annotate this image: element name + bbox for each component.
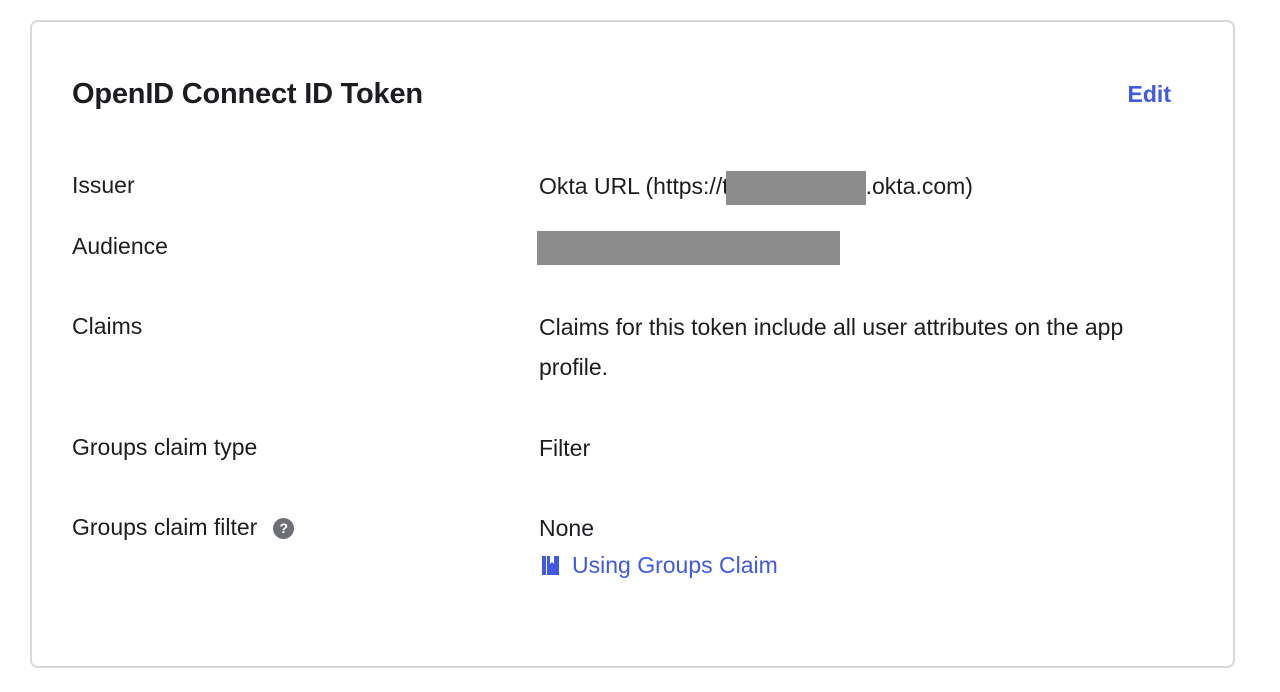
edit-button[interactable]: Edit	[1128, 81, 1171, 108]
card-title: OpenID Connect ID Token	[72, 78, 423, 110]
issuer-value-suffix: .okta.com)	[865, 173, 973, 199]
groups-claim-filter-label-text: Groups claim filter	[72, 514, 258, 540]
audience-redacted-value	[537, 231, 840, 265]
groups-claim-type-label: Groups claim type	[72, 434, 258, 460]
using-groups-claim-link[interactable]: Using Groups Claim	[541, 552, 778, 579]
groups-claim-filter-value: None	[539, 515, 594, 541]
claims-value: Claims for this token include all user a…	[539, 314, 1124, 380]
using-groups-claim-label: Using Groups Claim	[572, 552, 778, 578]
claims-label: Claims	[72, 313, 143, 339]
issuer-value-prefix: Okta URL (https://t	[539, 173, 729, 199]
audience-label: Audience	[72, 233, 168, 259]
redacted-block	[725, 170, 866, 205]
book-icon	[542, 556, 559, 575]
issuer-label: Issuer	[72, 172, 135, 198]
issuer-value: Okta URL (https://t .okta.com)	[539, 166, 973, 206]
groups-claim-type-value: Filter	[539, 435, 591, 461]
openid-token-card: OpenID Connect ID Token Edit Issuer Okta…	[30, 20, 1235, 668]
groups-claim-filter-label: Groups claim filter?	[72, 514, 295, 541]
help-icon[interactable]: ?	[273, 518, 295, 539]
